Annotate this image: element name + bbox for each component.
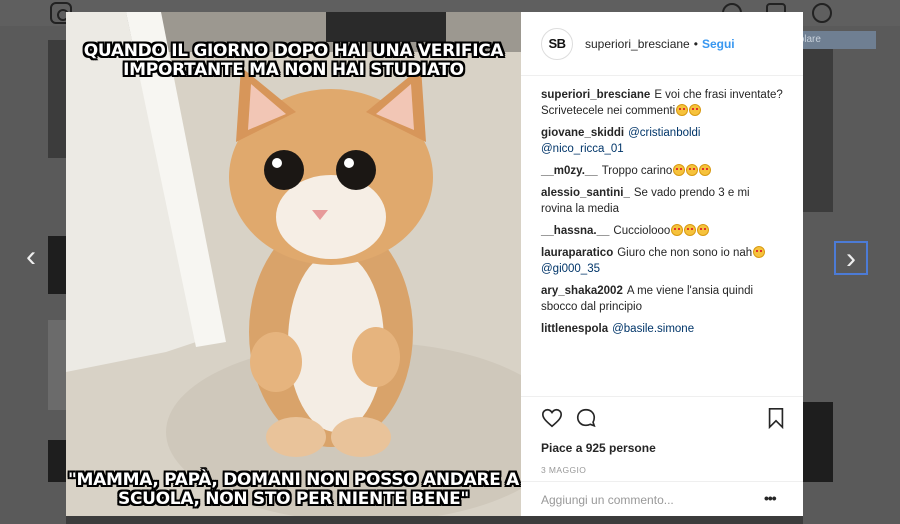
list-item: ary_shaka2002 A me viene l'ansia quindi s… [541, 283, 783, 315]
comment-text: Giuro che non sono io nah [617, 247, 753, 259]
bookmark-icon[interactable] [765, 407, 787, 429]
background-tile [66, 516, 803, 524]
list-item: __hassna.__ Cucciolooo [541, 223, 783, 239]
emoji-icon [689, 104, 702, 116]
emoji-icon [684, 224, 697, 236]
comment-mention[interactable]: @basile.simone [612, 323, 694, 335]
action-bar [541, 407, 786, 431]
post-modal: QUANDO IL GIORNO DOPO HAI UNA VERIFICA I… [66, 12, 803, 516]
avatar[interactable]: SB [541, 27, 573, 60]
background-tile [48, 320, 66, 410]
comment-mention[interactable]: @gi000_35 [541, 263, 600, 275]
author-username[interactable]: superiori_bresciane [585, 37, 690, 51]
post-header: SB superiori_bresciane • Segui [521, 12, 803, 76]
comment-username[interactable]: ary_shaka2002 [541, 285, 623, 297]
comment-username[interactable]: littlenespola [541, 323, 608, 335]
background-tile [803, 402, 833, 482]
comment-username[interactable]: __hassna.__ [541, 225, 609, 237]
comment-text: Troppo carino [601, 165, 673, 177]
comment-username[interactable]: lauraparatico [541, 247, 613, 259]
comment-username[interactable]: __m0zy.__ [541, 165, 598, 177]
background-tile [48, 40, 66, 158]
comments-list: superiori_bresciane E voi che frasi inven… [521, 77, 803, 396]
background-tile [48, 440, 66, 482]
separator-dot: • [693, 36, 698, 51]
list-item: superiori_bresciane E voi che frasi inven… [541, 87, 783, 119]
more-options-icon[interactable]: ••• [764, 490, 777, 506]
next-post-button[interactable]: › [834, 241, 868, 275]
meme-caption-bottom: "MAMMA, PAPÀ, DOMANI NON POSSO ANDARE A … [67, 470, 520, 509]
list-item: lauraparatico Giuro che non sono io nah @g… [541, 245, 783, 277]
previous-post-button[interactable]: ‹ [14, 241, 48, 275]
comment-text: Cucciolooo [613, 225, 671, 237]
emoji-icon [686, 164, 699, 176]
emoji-icon [673, 164, 686, 176]
meme-caption-top: QUANDO IL GIORNO DOPO HAI UNA VERIFICA I… [83, 41, 504, 80]
emoji-icon [699, 164, 712, 176]
background-tile [48, 236, 66, 294]
emoji-icon [753, 246, 766, 258]
post-photo: QUANDO IL GIORNO DOPO HAI UNA VERIFICA I… [66, 12, 521, 516]
emoji-icon [697, 224, 710, 236]
background-tile [803, 40, 833, 212]
list-item: alessio_santini_ Se vado prendo 3 e mi ro… [541, 185, 783, 217]
post-date: 3 MAGGIO [541, 465, 587, 475]
likes-count[interactable]: Piace a 925 persone [541, 441, 656, 455]
add-comment-box: Aggiungi un commento... ••• [521, 481, 803, 517]
list-item: giovane_skiddi @cristianboldi @nico_ricca… [541, 125, 783, 157]
post-actions: Piace a 925 persone 3 MAGGIO Aggiungi un… [521, 396, 803, 516]
list-item: __m0zy.__ Troppo carino [541, 163, 783, 179]
comment-username[interactable]: alessio_santini_ [541, 187, 630, 199]
add-comment-input[interactable]: Aggiungi un commento... [541, 493, 674, 507]
comment-username[interactable]: superiori_bresciane [541, 89, 650, 101]
profile-icon[interactable] [812, 3, 832, 23]
post-sidebar: SB superiori_bresciane • Segui superiori… [521, 12, 803, 516]
chevron-left-icon: ‹ [26, 240, 36, 273]
comment-bubble-icon[interactable] [575, 407, 597, 429]
emoji-icon [671, 224, 684, 236]
follow-button[interactable]: Segui [702, 37, 735, 51]
kitten-image [66, 12, 521, 516]
list-item: littlenespola @basile.simone [541, 321, 783, 337]
chevron-right-icon: › [846, 242, 856, 275]
like-heart-icon[interactable] [541, 407, 563, 429]
emoji-icon [676, 104, 689, 116]
comment-username[interactable]: giovane_skiddi [541, 127, 624, 139]
